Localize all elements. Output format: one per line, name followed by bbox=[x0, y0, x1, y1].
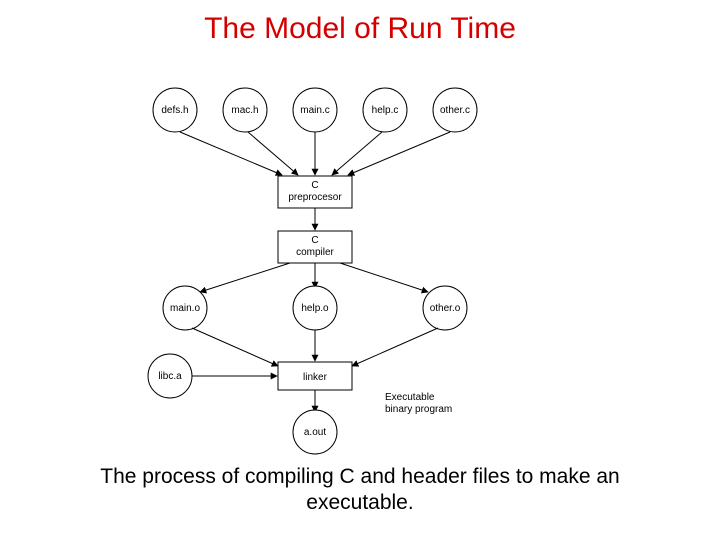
node-mac-h: mac.h bbox=[223, 88, 267, 132]
label-main-o: main.o bbox=[170, 303, 200, 314]
label-compiler-1: C bbox=[311, 235, 318, 246]
edge-help-preproc bbox=[332, 132, 382, 175]
node-other-c: other.c bbox=[433, 88, 477, 132]
annotation-line-2: binary program bbox=[385, 404, 452, 415]
label-compiler-2: compiler bbox=[296, 247, 334, 258]
label-help-o: help.o bbox=[301, 303, 329, 314]
label-help-c: help.c bbox=[372, 105, 399, 116]
node-other-o: other.o bbox=[423, 286, 467, 330]
edge-other-preproc bbox=[348, 132, 450, 175]
node-a-out: a.out bbox=[293, 410, 337, 454]
node-help-o: help.o bbox=[293, 286, 337, 330]
page-title: The Model of Run Time bbox=[0, 12, 720, 46]
compilation-diagram: defs.h mac.h main.c help.c other.c C pre… bbox=[130, 80, 590, 460]
label-main-c: main.c bbox=[300, 105, 329, 116]
edge-mac-preproc bbox=[248, 132, 298, 175]
label-mac-h: mac.h bbox=[231, 105, 258, 116]
node-main-c: main.c bbox=[293, 88, 337, 132]
edge-othero-linker bbox=[352, 328, 438, 366]
edge-compiler-maino bbox=[200, 263, 290, 292]
node-libc-a: libc.a bbox=[148, 354, 192, 398]
label-other-o: other.o bbox=[430, 303, 461, 314]
node-linker: linker bbox=[278, 362, 352, 390]
node-preprocessor: C preprocesor bbox=[278, 176, 352, 208]
label-other-c: other.c bbox=[440, 105, 470, 116]
caption-line-1: The process of compiling C and header fi… bbox=[100, 465, 619, 488]
label-defs-h: defs.h bbox=[161, 105, 188, 116]
node-defs-h: defs.h bbox=[153, 88, 197, 132]
node-compiler: C compiler bbox=[278, 231, 352, 263]
edge-maino-linker bbox=[192, 328, 278, 366]
annotation-line-1: Executable bbox=[385, 392, 435, 403]
label-libc-a: libc.a bbox=[158, 371, 182, 382]
node-main-o: main.o bbox=[163, 286, 207, 330]
caption-line-2: executable. bbox=[306, 491, 413, 514]
label-linker: linker bbox=[303, 372, 328, 383]
edge-defs-preproc bbox=[180, 132, 282, 175]
label-preproc-2: preprocesor bbox=[288, 192, 342, 203]
caption: The process of compiling C and header fi… bbox=[0, 464, 720, 517]
label-a-out: a.out bbox=[304, 427, 326, 438]
node-help-c: help.c bbox=[363, 88, 407, 132]
label-preproc-1: C bbox=[311, 180, 318, 191]
edge-compiler-othero bbox=[340, 263, 428, 292]
